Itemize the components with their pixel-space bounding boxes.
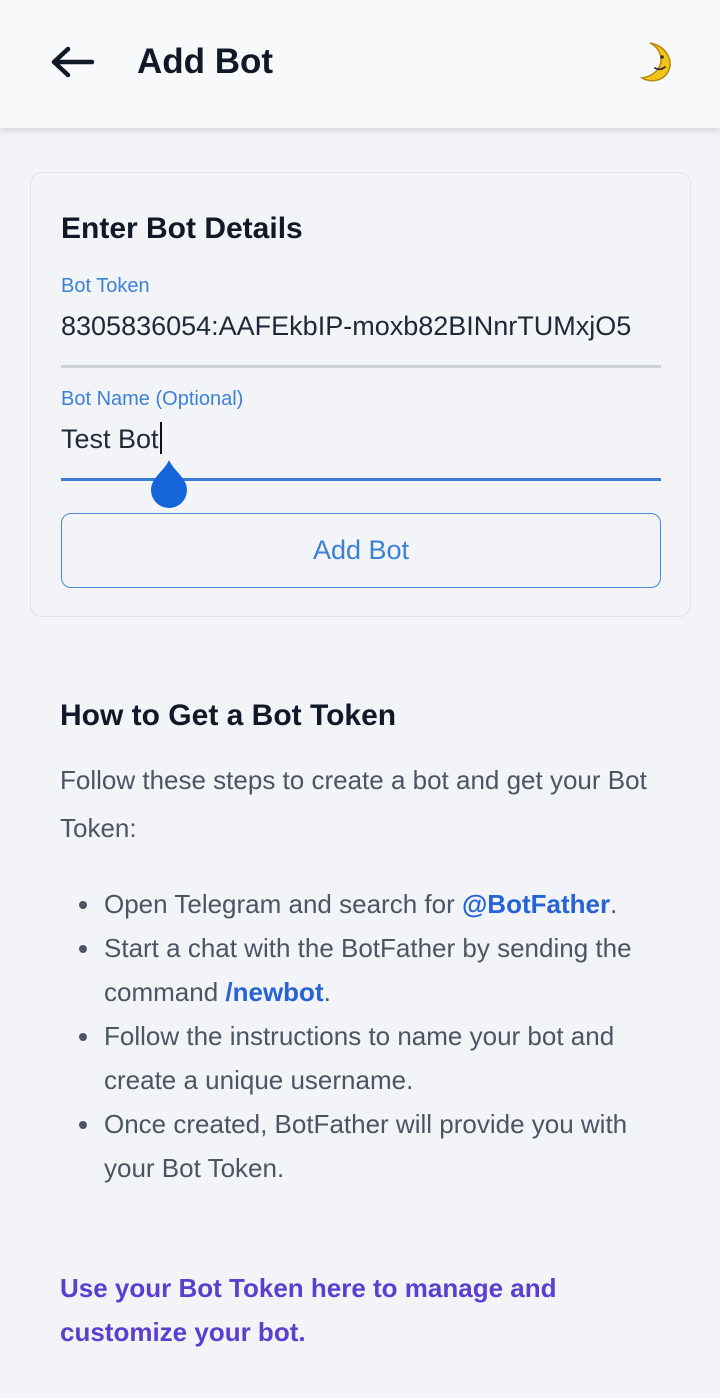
bot-token-underline (61, 365, 661, 368)
bot-token-input[interactable]: 8305836054:AAFEkbIP-moxb82BINnrTUMxjO5 (61, 309, 661, 343)
list-item: Open Telegram and search for @BotFather. (60, 882, 680, 926)
page-title: Add Bot (137, 42, 274, 81)
list-item: Once created, BotFather will provide you… (60, 1102, 680, 1190)
bot-details-card: Enter Bot Details Bot Token 8305836054:A… (30, 172, 691, 617)
arrow-left-icon (51, 46, 95, 78)
botfather-link[interactable]: @BotFather (462, 889, 610, 919)
help-intro: Follow these steps to create a bot and g… (60, 765, 647, 843)
text-cursor-handle[interactable] (149, 458, 189, 508)
bot-name-field[interactable]: Bot Name (Optional) Test Bot (61, 386, 661, 508)
bot-name-input[interactable]: Test Bot (61, 422, 661, 456)
bot-name-value: Test Bot (61, 424, 159, 454)
steps-list: Open Telegram and search for @BotFather.… (60, 882, 680, 1190)
list-item: Start a chat with the BotFather by sendi… (60, 926, 680, 1014)
bot-name-label: Bot Name (Optional) (61, 388, 244, 410)
bot-token-label: Bot Token (61, 275, 150, 297)
crescent-moon-icon (639, 42, 671, 82)
footer-note: Use your Bot Token here to manage and cu… (60, 1273, 557, 1347)
add-bot-button[interactable]: Add Bot (61, 513, 661, 588)
back-button[interactable] (44, 38, 100, 86)
help-title: How to Get a Bot Token (60, 699, 397, 732)
bot-token-field[interactable]: Bot Token 8305836054:AAFEkbIP-moxb82BINn… (61, 273, 661, 373)
text-caret (159, 422, 162, 454)
theme-toggle-button[interactable] (630, 36, 682, 88)
list-item: Follow the instructions to name your bot… (60, 1014, 680, 1102)
app-bar: Add Bot (0, 0, 720, 128)
add-bot-button-label: Add Bot (312, 535, 410, 565)
newbot-command-link[interactable]: /newbot (225, 977, 323, 1007)
card-title: Enter Bot Details (61, 212, 303, 245)
